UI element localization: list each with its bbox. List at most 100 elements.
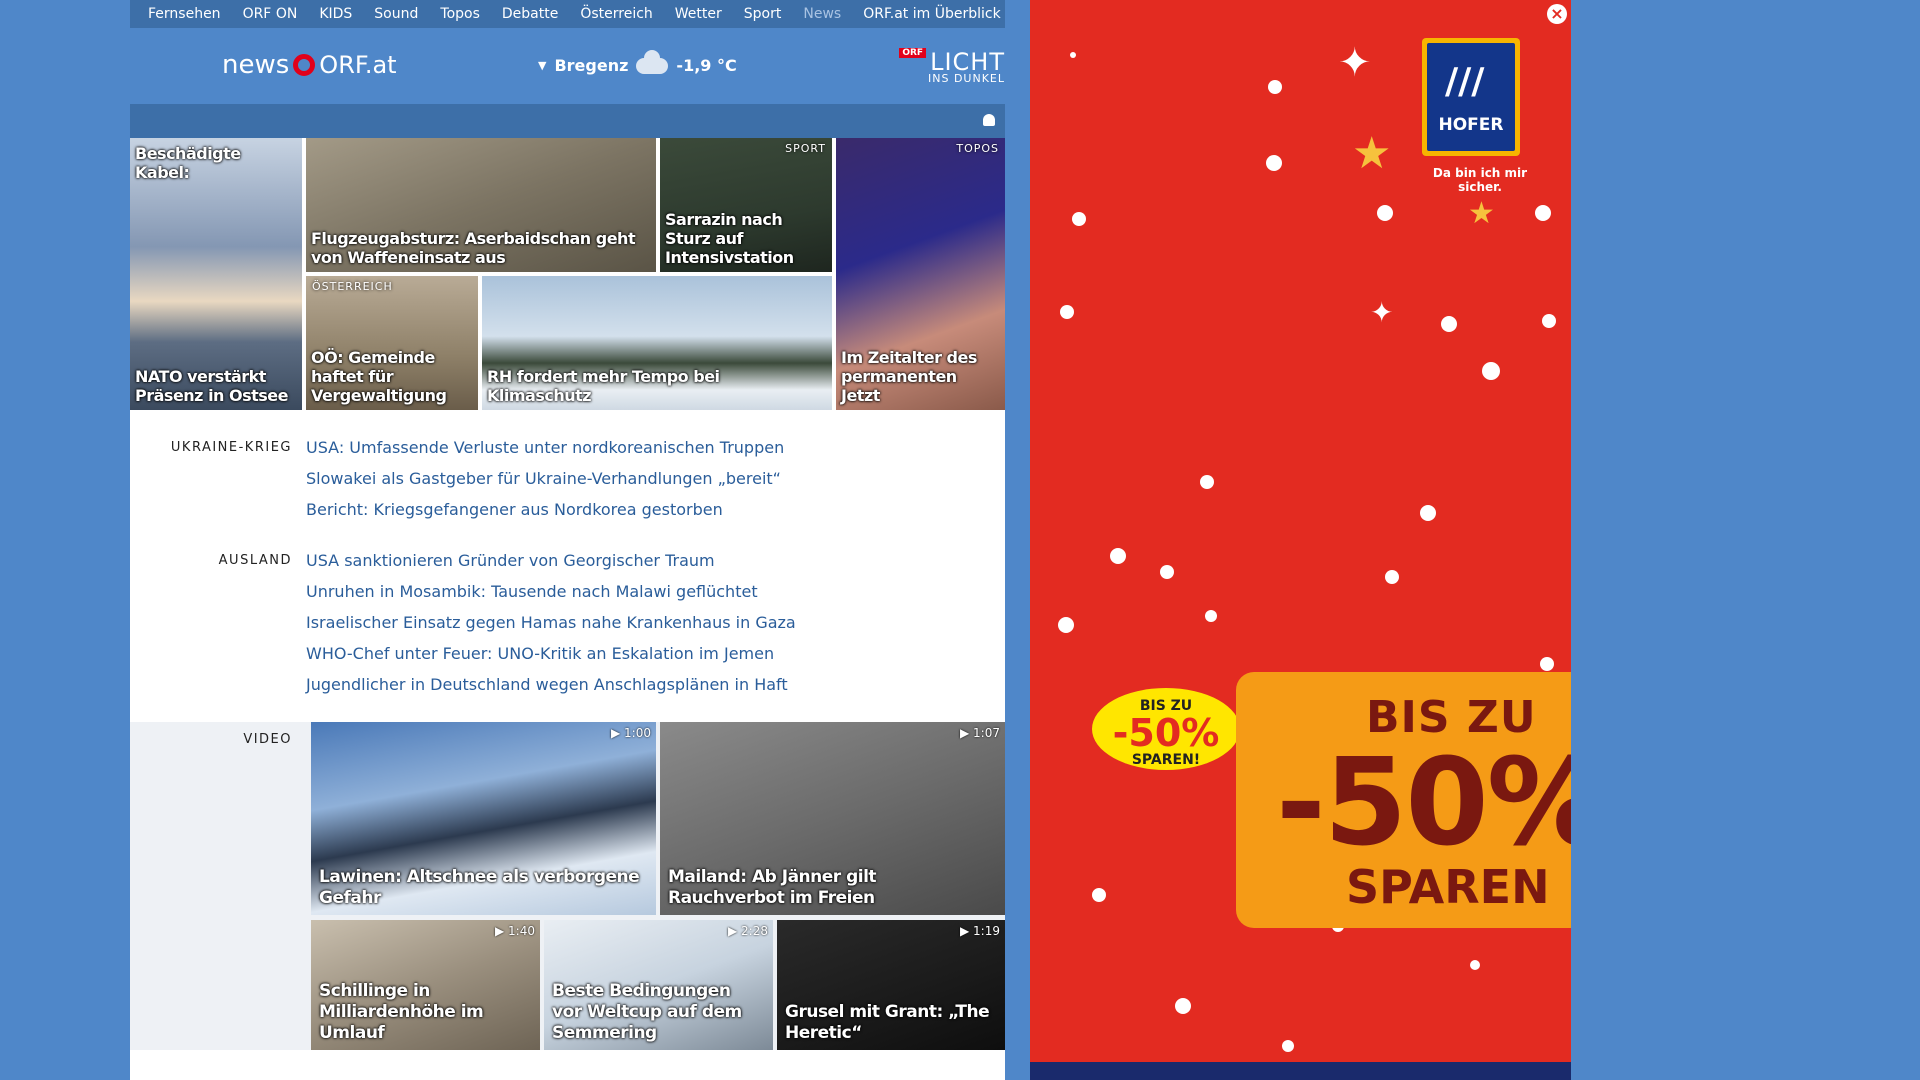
nav-kids[interactable]: KIDS bbox=[319, 6, 352, 22]
headline-link[interactable]: Jugendlicher in Deutschland wegen Anschl… bbox=[306, 669, 796, 700]
story-tile-klimaschutz[interactable]: RH fordert mehr Tempo bei Klimaschutz bbox=[482, 276, 832, 410]
snow-dot bbox=[1441, 316, 1457, 332]
video-caption: Mailand: Ab Jänner gilt Rauchverbot im F… bbox=[668, 867, 877, 908]
video-label: VIDEO bbox=[243, 732, 292, 747]
notification-bar bbox=[130, 104, 1005, 138]
video-tile-schillinge[interactable]: ▶ 1:40 Schillinge in Milliardenhöhe im U… bbox=[311, 920, 540, 1050]
discount-badge: BIS ZU -50% SPAREN! bbox=[1092, 688, 1240, 770]
snow-dot bbox=[1175, 998, 1191, 1014]
snow-dot bbox=[1470, 960, 1480, 970]
weather-temperature: -1,9 °C bbox=[676, 56, 737, 75]
logo-news-text: news bbox=[222, 50, 290, 80]
hofer-advertisement[interactable]: × ✦ ★ ★ ✦ /// HOFER Da bin ich mir siche bbox=[1030, 0, 1571, 1080]
nav-news[interactable]: News bbox=[803, 6, 841, 22]
story-headline: OÖ: Gemeinde haftet für Vergewaltigung bbox=[311, 348, 447, 405]
snow-dot bbox=[1268, 80, 1282, 94]
story-tile-topos[interactable]: TOPOS Im Zeitalter des permanenten Jetzt bbox=[836, 138, 1005, 410]
snow-dot bbox=[1482, 362, 1500, 380]
section-tag: TOPOS bbox=[956, 142, 999, 155]
story-tile-flugzeug[interactable]: Flugzeugabsturz: Aserbaidschan geht von … bbox=[306, 138, 656, 272]
gold-star-icon: ★ bbox=[1352, 128, 1392, 179]
headline-link[interactable]: Unruhen in Mosambik: Tausende nach Malaw… bbox=[306, 576, 796, 607]
news-orf-logo[interactable]: news ORF.at bbox=[222, 50, 397, 80]
snow-dot bbox=[1377, 205, 1393, 221]
snow-dot bbox=[1282, 1040, 1294, 1052]
story-tile-nato[interactable]: Beschädigte Kabel: NATO verstärkt Präsen… bbox=[130, 138, 302, 410]
news-sections: UKRAINE-KRIEG USA: Umfassende Verluste u… bbox=[130, 410, 1005, 722]
logo-orf-text: ORF.at bbox=[319, 51, 397, 79]
video-tile-heretic[interactable]: ▶ 1:19 Grusel mit Grant: „The Heretic“ bbox=[777, 920, 1005, 1050]
story-tile-sarrazin[interactable]: SPORT Sarrazin nach Sturz auf Intensivst… bbox=[660, 138, 832, 272]
video-duration: ▶ 1:00 bbox=[611, 726, 651, 740]
story-tile-ooe[interactable]: ÖSTERREICH OÖ: Gemeinde haftet für Verge… bbox=[306, 276, 478, 410]
site-header: news ORF.at ▼ Bregenz -1,9 °C ORF LICHT I… bbox=[130, 28, 1005, 104]
nav-sport[interactable]: Sport bbox=[744, 6, 782, 22]
video-tile-semmering[interactable]: ▶ 2:28 Beste Bedingungen vor Weltcup auf… bbox=[544, 920, 773, 1050]
sparkle-star-icon: ✦ bbox=[1338, 40, 1372, 86]
headline-link[interactable]: Bericht: Kriegsgefangener aus Nordkorea … bbox=[306, 494, 784, 525]
headline-link[interactable]: USA sanktionieren Gründer von Georgische… bbox=[306, 545, 796, 576]
snow-dot bbox=[1205, 610, 1217, 622]
ad-footer-strip bbox=[1030, 1062, 1571, 1080]
ribbon-bottom-text: SPAREN bbox=[1346, 860, 1550, 914]
headline-link[interactable]: Slowakei als Gastgeber für Ukraine-Verha… bbox=[306, 463, 784, 494]
snow-dot bbox=[1266, 155, 1282, 171]
snow-dot bbox=[1420, 505, 1436, 521]
duration-text: 2:28 bbox=[741, 924, 768, 938]
headline-link[interactable]: WHO-Chef unter Feuer: UNO-Kritik an Eska… bbox=[306, 638, 796, 669]
section-ausland: AUSLAND USA sanktionieren Gründer von Ge… bbox=[130, 545, 1005, 705]
section-tag: ÖSTERREICH bbox=[312, 280, 393, 293]
snow-dot bbox=[1200, 475, 1214, 489]
video-duration: ▶ 2:28 bbox=[728, 924, 768, 938]
ribbon-percent-text: -50% bbox=[1276, 734, 1571, 873]
snow-dot bbox=[1070, 52, 1076, 58]
video-tile-mailand[interactable]: ▶ 1:07 Mailand: Ab Jänner gilt Rauchverb… bbox=[660, 722, 1005, 915]
video-section: VIDEO ▶ 1:00 Lawinen: Altschnee als verb… bbox=[130, 722, 1005, 1050]
video-duration: ▶ 1:19 bbox=[960, 924, 1000, 938]
snow-dot bbox=[1385, 570, 1399, 584]
hofer-logo[interactable]: /// HOFER bbox=[1422, 38, 1520, 156]
video-tile-lawinen[interactable]: ▶ 1:00 Lawinen: Altschnee als verborgene… bbox=[311, 722, 656, 915]
snow-dot bbox=[1160, 565, 1174, 579]
nav-sound[interactable]: Sound bbox=[374, 6, 418, 22]
headline-link[interactable]: Israelischer Einsatz gegen Hamas nahe Kr… bbox=[306, 607, 796, 638]
nav-debatte[interactable]: Debatte bbox=[502, 6, 558, 22]
nav-overview[interactable]: ORF.at im Überblick bbox=[863, 6, 1000, 22]
video-duration: ▶ 1:07 bbox=[960, 726, 1000, 740]
video-caption: Beste Bedingungen vor Weltcup auf dem Se… bbox=[552, 981, 742, 1043]
video-caption: Schillinge in Milliardenhöhe im Umlauf bbox=[319, 981, 484, 1043]
news-page: Fernsehen ORF ON KIDS Sound Topos Debatt… bbox=[130, 0, 1005, 1080]
duration-text: 1:40 bbox=[508, 924, 535, 938]
section-label: AUSLAND bbox=[218, 553, 292, 568]
weather-location: Bregenz bbox=[554, 56, 629, 75]
top-story-grid: Beschädigte Kabel: NATO verstärkt Präsen… bbox=[130, 138, 1005, 410]
dropdown-triangle-icon: ▼ bbox=[538, 59, 547, 72]
section-label: UKRAINE-KRIEG bbox=[170, 440, 292, 455]
snow-dot bbox=[1092, 888, 1106, 902]
weather-widget[interactable]: ▼ Bregenz -1,9 °C bbox=[538, 49, 737, 75]
nav-orf-on[interactable]: ORF ON bbox=[243, 6, 298, 22]
duration-text: 1:07 bbox=[973, 726, 1000, 740]
snow-dot bbox=[1542, 314, 1556, 328]
cloud-icon bbox=[636, 49, 669, 74]
duration-text: 1:00 bbox=[624, 726, 651, 740]
nav-topos[interactable]: Topos bbox=[440, 6, 479, 22]
snow-dot bbox=[1540, 657, 1554, 671]
video-caption: Grusel mit Grant: „The Heretic“ bbox=[785, 1002, 990, 1043]
nav-wetter[interactable]: Wetter bbox=[675, 6, 722, 22]
hofer-brand-name: HOFER bbox=[1438, 115, 1504, 135]
headline-link[interactable]: USA: Umfassende Verluste unter nordkorea… bbox=[306, 432, 784, 463]
nav-fernsehen[interactable]: Fernsehen bbox=[148, 6, 221, 22]
snow-dot bbox=[1110, 548, 1126, 564]
story-headline: Sarrazin nach Sturz auf Intensivstation bbox=[665, 210, 794, 267]
section-links: USA: Umfassende Verluste unter nordkorea… bbox=[306, 432, 784, 525]
nav-oesterreich[interactable]: Österreich bbox=[580, 6, 652, 22]
licht-ins-dunkel-banner[interactable]: ORF LICHT INS DUNKEL bbox=[899, 48, 1005, 85]
top-navigation: Fernsehen ORF ON KIDS Sound Topos Debatt… bbox=[130, 0, 1005, 28]
orf-ring-icon bbox=[293, 54, 316, 76]
bell-icon[interactable] bbox=[983, 114, 995, 126]
video-caption: Lawinen: Altschnee als verborgene Gefahr bbox=[319, 867, 640, 908]
close-ad-button[interactable]: × bbox=[1547, 4, 1567, 24]
gold-star-small-icon: ★ bbox=[1468, 196, 1495, 231]
story-headline: NATO verstärkt Präsenz in Ostsee bbox=[135, 367, 289, 405]
